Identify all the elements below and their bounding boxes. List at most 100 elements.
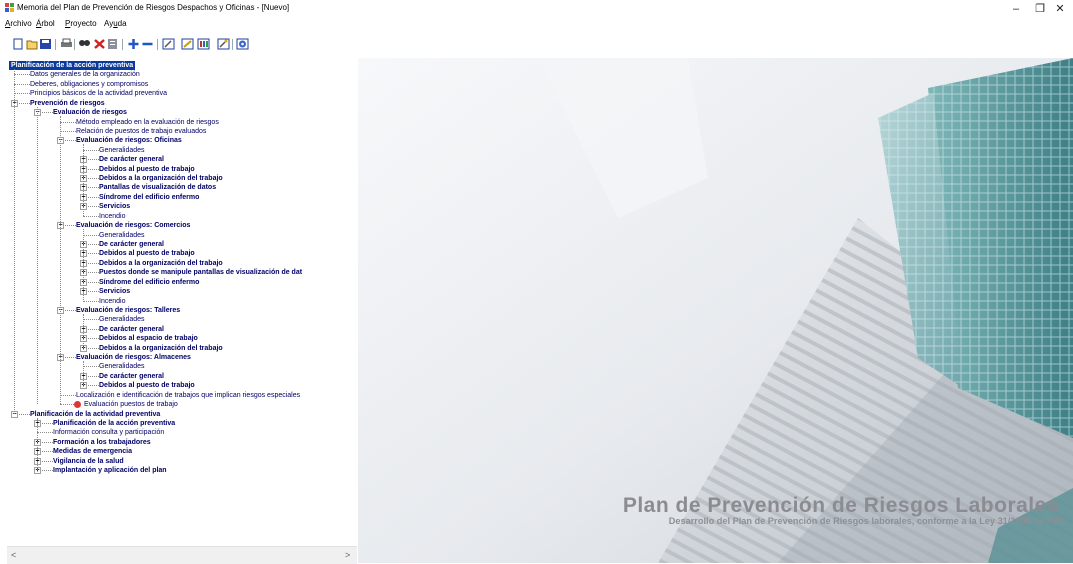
tree-node-label: Evaluación de riesgos: Talleres (76, 306, 181, 314)
tree-node[interactable]: Deberes, obligaciones y compromisos (7, 80, 357, 89)
tree-node[interactable]: Principios básicos de la actividad preve… (7, 89, 357, 98)
tree-connector (65, 357, 76, 359)
remove-icon[interactable] (141, 38, 154, 50)
menu-label-part: rbol (41, 19, 55, 28)
tree-node-label: Método empleado en la evaluación de ries… (76, 118, 219, 126)
delete-icon[interactable] (93, 38, 106, 50)
scroll-right-arrow[interactable]: > (345, 550, 350, 560)
title-bar: Memoria del Plan de Prevención de Riesgo… (0, 0, 1073, 17)
tree-node-label: Síndrome del edificio enfermo (99, 193, 200, 201)
tree-connector (42, 460, 53, 462)
tree-connector (83, 149, 99, 151)
tree-node-label: Debidos a la organización del trabajo (99, 175, 223, 183)
tree-guide-line (83, 229, 84, 301)
tree-connector (88, 253, 99, 255)
tree-guide-line (37, 417, 38, 471)
menu-arbol[interactable]: Árbol (36, 18, 55, 29)
tree-node-label: Incendio (99, 297, 126, 305)
tree-connector (60, 394, 76, 396)
tree-node-label: Evaluación puestos de trabajo (84, 401, 178, 409)
tree-connector (88, 206, 99, 208)
tree-connector (88, 272, 99, 274)
tree-node-label: Evaluación de riesgos: Oficinas (76, 137, 182, 145)
tree-connector (83, 215, 99, 217)
tree-node-label: Pantallas de visualización de datos (99, 184, 217, 192)
toolbar-separator (122, 39, 123, 50)
open-icon[interactable] (26, 38, 39, 50)
tree-connector (42, 451, 53, 453)
tree-node[interactable]: Información consulta y participación (7, 428, 357, 437)
tree-node[interactable]: + Planificación de la acción preventiva (7, 419, 357, 428)
close-button[interactable]: ✕ (1046, 1, 1073, 16)
tree-connector (88, 375, 99, 377)
tree-guide-line (83, 313, 84, 348)
menu-archivo[interactable]: Archivo (5, 18, 32, 29)
tree-connector (88, 291, 99, 293)
tree-node-label: Generalidades (99, 146, 145, 154)
menu-proyecto[interactable]: Proyecto (65, 18, 97, 29)
tree-node[interactable]: + Medidas de emergencia (7, 447, 357, 456)
tree-node-label: De carácter general (99, 325, 164, 333)
tree-node-label: De carácter general (99, 372, 164, 380)
tree-node[interactable]: Planificación de la acción preventiva (7, 61, 357, 70)
save-icon[interactable] (39, 38, 52, 50)
tree-node-label: Debidos al puesto de trabajo (99, 382, 195, 390)
tree-connector (60, 130, 76, 132)
tree-node-label: Debidos al puesto de trabajo (99, 250, 195, 258)
tree-connector (19, 413, 30, 415)
tree-node[interactable]: + Formación a los trabajadores (7, 438, 357, 447)
library-icon[interactable] (197, 38, 210, 50)
tree-connector (14, 93, 30, 95)
warning-icon (74, 401, 81, 409)
tree-node-label: Servicios (99, 288, 131, 296)
find-icon[interactable] (78, 38, 91, 50)
new-icon[interactable] (12, 38, 25, 50)
tree-guide-line (83, 361, 84, 386)
menu-label-part: da (117, 19, 127, 28)
menu-ayuda[interactable]: Ayuda (104, 18, 127, 29)
tree-node-label: Debidos al puesto de trabajo (99, 165, 195, 173)
tree-node[interactable]: + Implantación y aplicación del plan (7, 466, 357, 475)
menu-label-part: royecto (70, 19, 97, 28)
tree-connector (88, 243, 99, 245)
properties-icon[interactable] (106, 38, 119, 50)
tree-node-label: De carácter general (99, 240, 164, 248)
edit-icon[interactable] (162, 38, 175, 50)
tree-node-label: Vigilancia de la salud (53, 457, 124, 465)
tree-node-label: Localización e identificación de trabajo… (76, 391, 301, 399)
tree-node[interactable]: − Prevención de riesgos (7, 99, 357, 108)
window-title: Memoria del Plan de Prevención de Riesgo… (17, 3, 290, 12)
tree-node-label: Relación de puestos de trabajo evaluados (76, 127, 207, 135)
tree-connector (88, 187, 99, 189)
tree-horizontal-scrollbar[interactable]: < > (7, 546, 357, 564)
tree-connector (88, 262, 99, 264)
tree-connector (42, 470, 53, 472)
wizard-icon[interactable] (217, 38, 230, 50)
tree-node[interactable]: − Planificación de la actividad preventiv… (7, 410, 357, 419)
tree-node-label: Evaluación de riesgos (53, 109, 127, 117)
tree-connector (42, 422, 53, 424)
print-icon[interactable] (60, 38, 73, 50)
tree-node-label: Información consulta y participación (53, 429, 165, 437)
tree-node[interactable]: + Vigilancia de la salud (7, 457, 357, 466)
tree-node-label: Incendio (99, 212, 126, 220)
tree-connector (88, 281, 99, 283)
tree-node-label: Generalidades (99, 231, 145, 239)
tree-connector (88, 385, 99, 387)
tree-node[interactable]: Datos generales de la organización (7, 70, 357, 79)
tree-node-label: Generalidades (99, 363, 145, 371)
pencil-icon[interactable] (181, 38, 194, 50)
help-icon[interactable] (236, 38, 249, 50)
tree-connector (83, 319, 99, 321)
menu-bar: Archivo Árbol Proyecto Ayuda (0, 17, 1073, 30)
tree-connector (88, 347, 99, 349)
banner-subtitle: Desarrollo del Plan de Prevención de Rie… (668, 516, 1065, 526)
tree-view[interactable]: Planificación de la acción preventiva Dat… (7, 58, 357, 563)
add-icon[interactable] (127, 38, 140, 50)
tree-connector (65, 140, 76, 142)
scroll-left-arrow[interactable]: < (11, 550, 16, 560)
tree-guide-line (14, 69, 15, 414)
tree-guide-line (83, 144, 84, 216)
tree-guide-line (60, 116, 61, 405)
tree-connector (88, 338, 99, 340)
